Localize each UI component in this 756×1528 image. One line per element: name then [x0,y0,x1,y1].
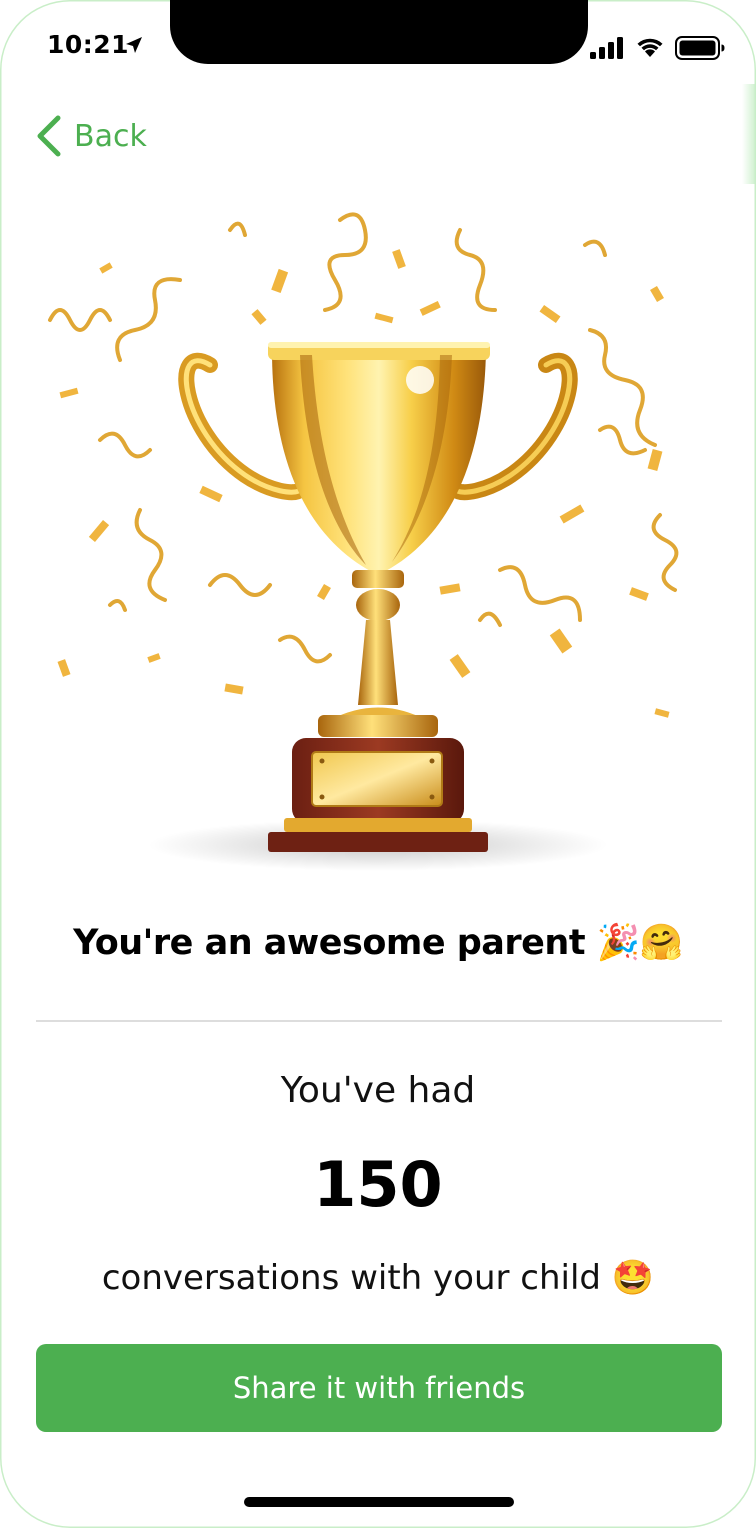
trophy-illustration [0,190,756,880]
phone-screen: 10:21 Back You're an awesome parent 🎉🤗 Y… [0,0,756,1528]
device-notch [170,0,588,64]
stat-prefix: You've had [280,1070,476,1111]
wifi-icon [637,38,663,57]
stat-suffix: conversations with your child 🤩 [101,1258,655,1298]
status-time: 10:21 [47,30,130,59]
trophy-icon [48,212,679,871]
chevron-left-icon [37,115,61,157]
status-bar: 10:21 [0,0,756,92]
divider [36,1020,722,1022]
headline: You're an awesome parent 🎉🤗 [73,923,683,963]
battery-icon [675,36,725,60]
share-button[interactable]: Share it with friends [36,1344,722,1432]
conversation-count: 150 [313,1148,443,1221]
back-button[interactable]: Back [34,112,147,160]
location-arrow-icon [126,37,142,53]
share-button-label: Share it with friends [232,1371,526,1405]
edge-highlight [742,84,756,184]
home-indicator[interactable] [244,1497,514,1507]
cellular-signal-icon [590,37,623,59]
back-label: Back [74,118,147,154]
